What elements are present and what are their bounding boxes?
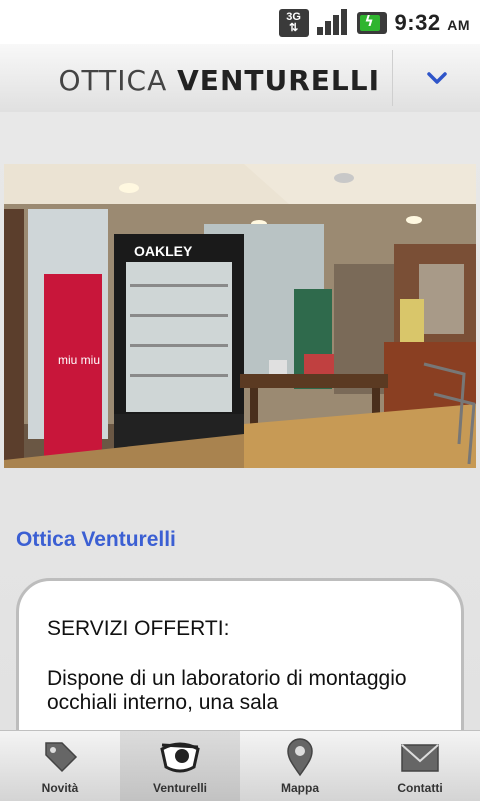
content-area: miu miu OAKLEY Ottica Venturelli SERVIZI… (0, 112, 480, 778)
status-bar: 3G ⇅ ϟ 9:32 AM (0, 0, 480, 44)
bottom-tab-bar: Novità Venturelli Mappa Contatti (0, 730, 480, 801)
tag-icon (45, 742, 78, 773)
tab-label: Contatti (397, 781, 443, 795)
app-title: OTTICA VENTURELLI (58, 64, 380, 97)
envelope-icon (401, 744, 439, 772)
shop-title: Ottica Venturelli (16, 528, 176, 551)
eye-icon (160, 742, 200, 773)
tab-venturelli[interactable]: Venturelli (120, 731, 240, 801)
chevron-down-icon (426, 72, 447, 84)
app-header: OTTICA VENTURELLI (0, 44, 480, 113)
tab-contatti[interactable]: Contatti (360, 731, 480, 801)
network-3g-icon: 3G ⇅ (278, 9, 309, 37)
tab-novita[interactable]: Novità (0, 731, 120, 801)
case-brand-sign: OAKLEY (134, 243, 193, 259)
menu-dropdown-button[interactable] (393, 44, 480, 112)
clock: 9:32 AM (394, 10, 470, 35)
tab-label: Mappa (280, 781, 319, 795)
services-heading: SERVIZI OFFERTI: (47, 617, 230, 640)
services-text: Dispone di un laboratorio di montaggio o… (47, 667, 407, 714)
store-photo: miu miu OAKLEY (4, 164, 476, 468)
signal-icon (316, 9, 349, 37)
tab-mappa[interactable]: Mappa (240, 731, 360, 801)
poster-brand: miu miu (58, 353, 100, 367)
tab-label: Venturelli (152, 781, 208, 795)
map-pin-icon (287, 738, 313, 777)
tab-label: Novità (41, 781, 79, 795)
battery-icon: ϟ (356, 12, 387, 34)
